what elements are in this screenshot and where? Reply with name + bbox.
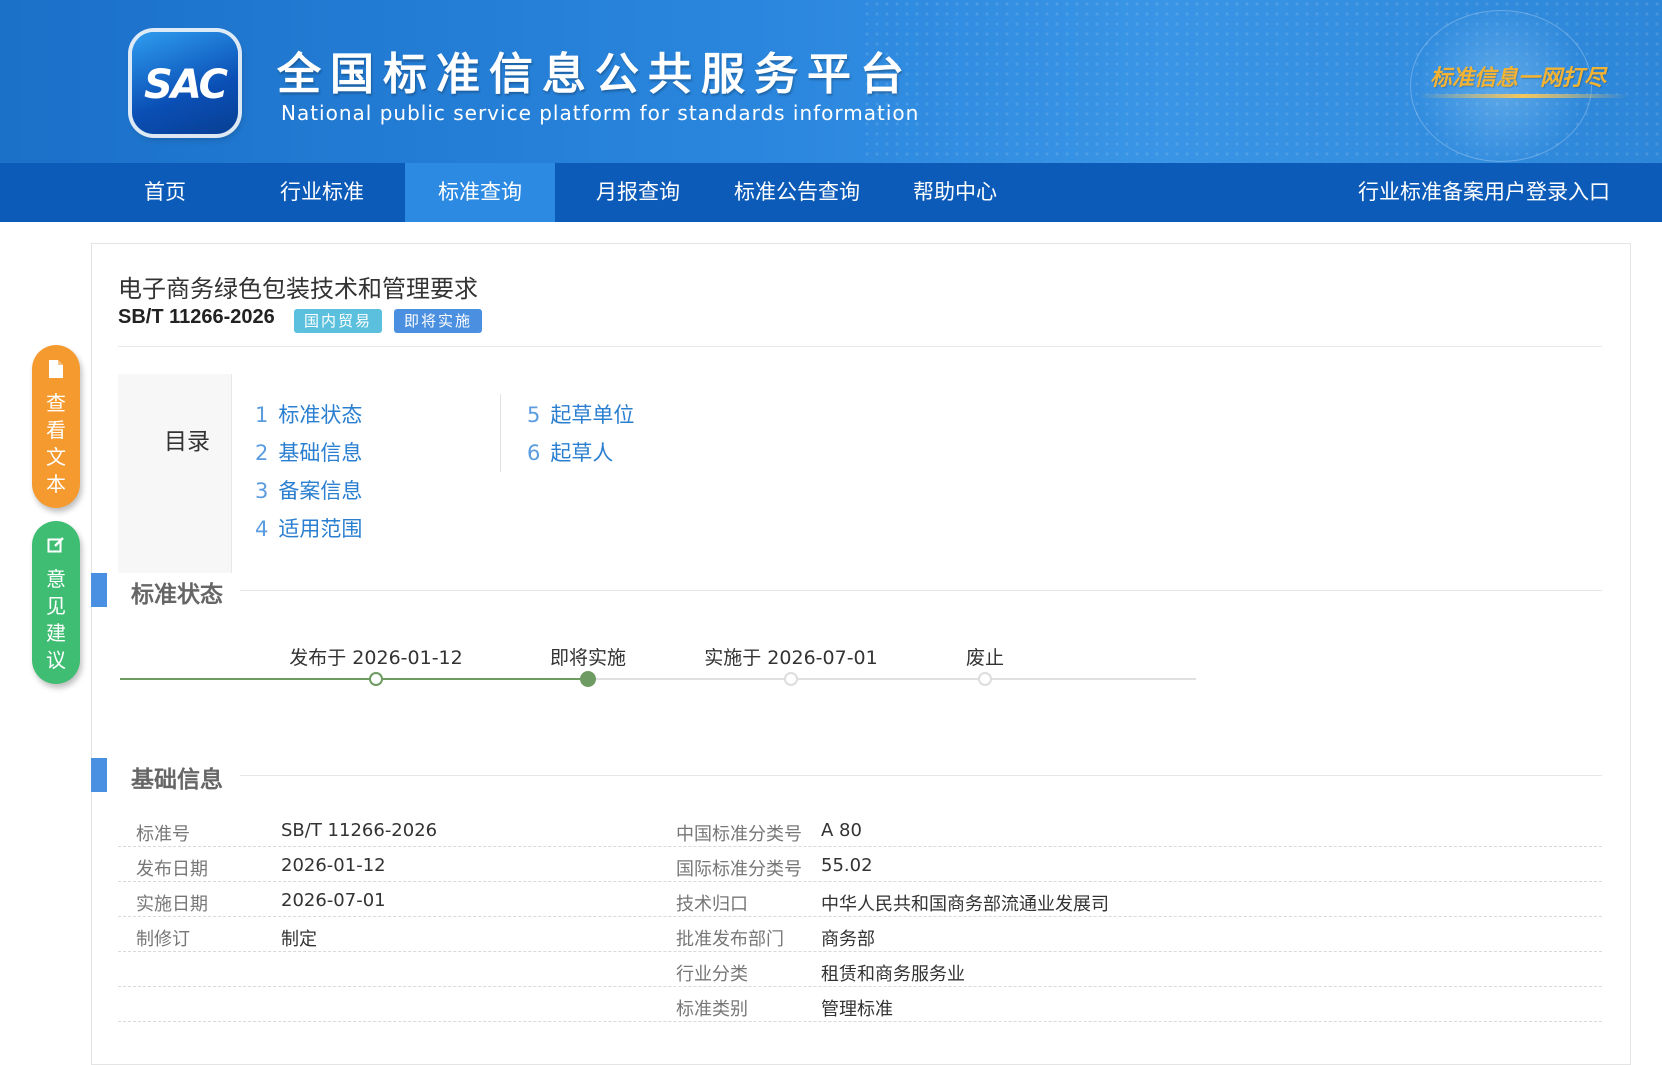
- status-section-marker: [91, 573, 107, 607]
- document-icon: [32, 359, 80, 386]
- info-label: 标准类别: [676, 999, 748, 1020]
- nav-item-standard-search[interactable]: 标准查询: [405, 163, 555, 222]
- info-value: 管理标准: [821, 999, 893, 1020]
- sac-logo[interactable]: SAC: [132, 32, 238, 134]
- view-text-button[interactable]: 查看文本: [32, 345, 80, 508]
- info-value: 中华人民共和国商务部流通业发展司: [821, 894, 1109, 915]
- info-label: 技术归口: [676, 894, 748, 915]
- title-divider: [118, 346, 1602, 347]
- standard-code: SB/T 11266-2026: [118, 306, 275, 328]
- info-label: 标准号: [136, 824, 190, 845]
- toc-link-drafters[interactable]: 6 起草人: [527, 434, 634, 472]
- timeline-step-upcoming: 即将实施: [549, 647, 627, 669]
- timeline-dot-published: [369, 672, 383, 686]
- info-label: 批准发布部门: [676, 929, 784, 950]
- info-label: 国际标准分类号: [676, 859, 802, 880]
- site-subtitle: National public service platform for sta…: [281, 101, 920, 125]
- info-value: 租赁和商务服务业: [821, 964, 965, 985]
- info-value: 商务部: [821, 929, 875, 950]
- timeline-step-abolished: 废止: [965, 647, 1005, 669]
- toc-column-2: 5 起草单位 6 起草人: [527, 396, 634, 472]
- filing-user-login-link[interactable]: 行业标准备案用户登录入口: [1358, 163, 1610, 222]
- table-row: 标准类别 管理标准: [118, 987, 1602, 1022]
- toc-column-1: 1 标准状态 2 基础信息 3 备案信息 4 适用范围: [255, 396, 362, 548]
- toc-link-basic-info[interactable]: 2 基础信息: [255, 434, 362, 472]
- status-section-divider: [240, 590, 1602, 591]
- basic-section-title: 基础信息: [131, 767, 223, 793]
- tag-status: 即将实施: [394, 309, 483, 333]
- feedback-button[interactable]: 意见建议: [32, 521, 80, 684]
- slogan-underline: [1418, 94, 1628, 98]
- table-row: 制修订 制定 批准发布部门 商务部: [118, 917, 1602, 952]
- info-value: 55.02: [821, 855, 873, 876]
- toc-link-scope[interactable]: 4 适用范围: [255, 510, 362, 548]
- toc-column-divider: [500, 394, 501, 472]
- main-nav: 首页 行业标准 标准查询 月报查询 标准公告查询 帮助中心 行业标准备案用户登录…: [0, 163, 1662, 222]
- info-label: 发布日期: [136, 859, 208, 880]
- site-title: 全国标准信息公共服务平台: [277, 49, 913, 100]
- info-label: 实施日期: [136, 894, 208, 915]
- info-label: 制修订: [136, 929, 190, 950]
- toc-link-filing-info[interactable]: 3 备案信息: [255, 472, 362, 510]
- table-row: 行业分类 租赁和商务服务业: [118, 952, 1602, 987]
- nav-item-announcement-search[interactable]: 标准公告查询: [722, 163, 872, 222]
- timeline-dot-upcoming: [580, 671, 596, 687]
- standard-title: 电子商务绿色包装技术和管理要求: [118, 275, 478, 303]
- timeline-step-published: 发布于 2026-01-12: [289, 647, 463, 669]
- slogan: 标准信息一网打尽: [1430, 65, 1607, 91]
- site-header: SAC 全国标准信息公共服务平台 National public service…: [0, 0, 1662, 163]
- nav-item-home[interactable]: 首页: [90, 163, 240, 222]
- toc-label: 目录: [164, 429, 210, 455]
- nav-item-monthly-report[interactable]: 月报查询: [563, 163, 713, 222]
- basic-section-divider: [240, 775, 1602, 776]
- toc-link-drafting-units[interactable]: 5 起草单位: [527, 396, 634, 434]
- timeline-dot-abolished: [978, 672, 992, 686]
- nav-item-industry-standards[interactable]: 行业标准: [247, 163, 397, 222]
- info-value: SB/T 11266-2026: [281, 820, 438, 841]
- view-text-label: 查看文本: [46, 391, 66, 496]
- edit-icon: [32, 535, 80, 562]
- nav-item-help-center[interactable]: 帮助中心: [880, 163, 1030, 222]
- info-value: A 80: [821, 820, 862, 841]
- table-row: 实施日期 2026-07-01 技术归口 中华人民共和国商务部流通业发展司: [118, 882, 1602, 917]
- basic-section-marker: [91, 758, 107, 792]
- toc-label-box: [118, 374, 232, 573]
- info-label: 行业分类: [676, 964, 748, 985]
- info-value: 2026-01-12: [281, 855, 386, 876]
- tag-domestic-trade: 国内贸易: [294, 309, 383, 333]
- info-label: 中国标准分类号: [676, 824, 802, 845]
- feedback-label: 意见建议: [46, 567, 66, 672]
- timeline-step-effective: 实施于 2026-07-01: [704, 647, 878, 669]
- info-value: 制定: [281, 929, 317, 950]
- info-value: 2026-07-01: [281, 890, 386, 911]
- table-row: 发布日期 2026-01-12 国际标准分类号 55.02: [118, 847, 1602, 882]
- table-row: 标准号 SB/T 11266-2026 中国标准分类号 A 80: [118, 812, 1602, 847]
- timeline-dot-effective: [784, 672, 798, 686]
- status-section-title: 标准状态: [131, 582, 223, 608]
- toc-link-standard-status[interactable]: 1 标准状态: [255, 396, 362, 434]
- status-timeline-progress: [120, 678, 588, 680]
